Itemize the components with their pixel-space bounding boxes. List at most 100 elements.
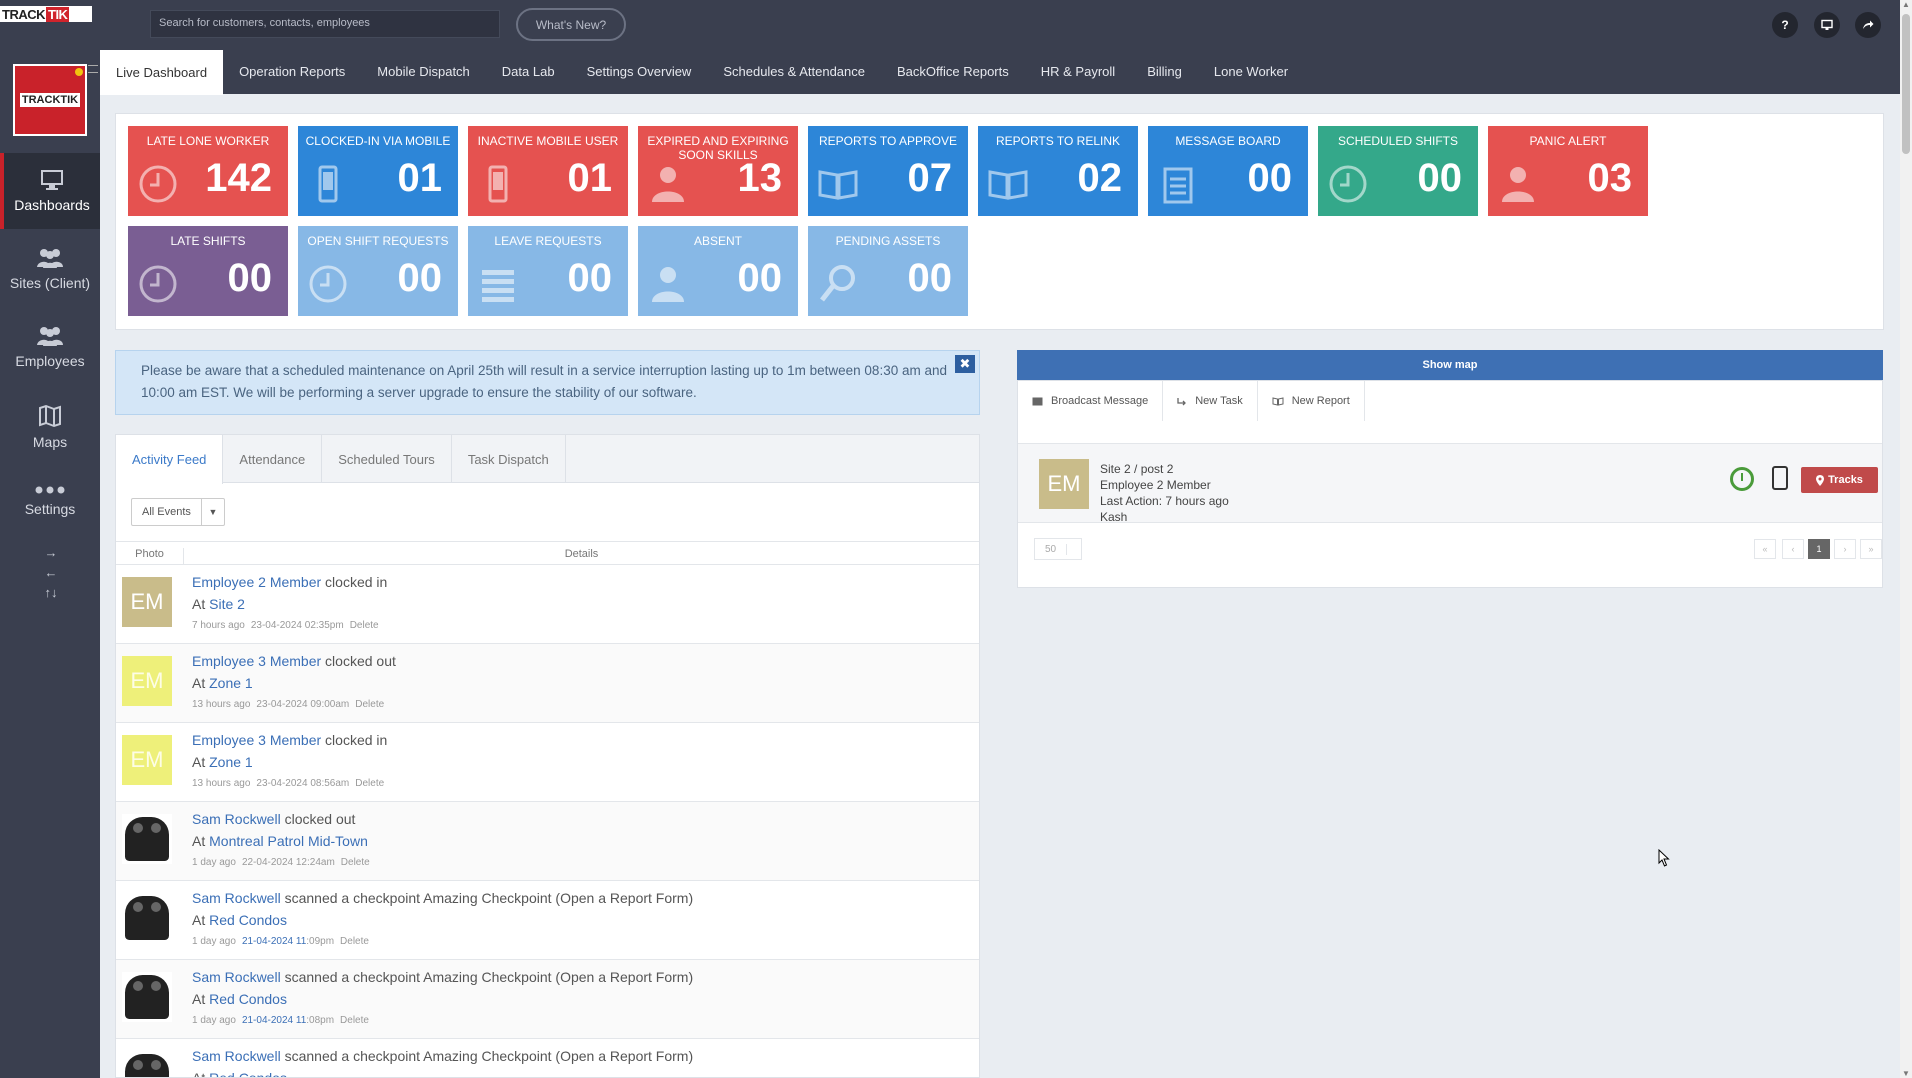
sidebar-arrows[interactable]: → ← ↑↓ xyxy=(40,543,62,603)
feed-row-date: 23-04-2024 08:56am xyxy=(256,778,350,789)
sidebar-item-settings[interactable]: Settings xyxy=(0,463,100,539)
tab-attendance[interactable]: Attendance xyxy=(223,435,323,483)
tab-hr-payroll[interactable]: HR & Payroll xyxy=(1025,49,1131,94)
tile-reports-to-approve[interactable]: Reports To Approve 07 xyxy=(808,126,968,216)
site-link[interactable]: Montreal Patrol Mid-Town xyxy=(209,833,368,849)
tab-billing[interactable]: Billing xyxy=(1131,49,1198,94)
tab-activity-feed[interactable]: Activity Feed xyxy=(116,435,224,484)
tile-leave-requests[interactable]: Leave Requests 00 xyxy=(468,226,628,316)
arrow-updown-icon[interactable]: ↑↓ xyxy=(40,583,62,603)
sidebar-item-employees[interactable]: Employees xyxy=(0,309,100,385)
site-link[interactable]: Site 2 xyxy=(209,596,245,612)
tracks-button[interactable]: Tracks xyxy=(1801,467,1878,493)
feed-tabs: Activity Feed Attendance Scheduled Tours… xyxy=(116,435,979,484)
last-page-button[interactable]: » xyxy=(1860,539,1882,559)
tab-backoffice-reports[interactable]: BackOffice Reports xyxy=(881,49,1025,94)
employee-link[interactable]: Sam Rockwell xyxy=(192,890,281,906)
company-logo[interactable]: TRACKTIK xyxy=(13,64,87,136)
tile-clocked-in-via-mobile[interactable]: Clocked-in via mobile 01 xyxy=(298,126,458,216)
employee-link[interactable]: Employee 3 Member xyxy=(192,732,321,748)
delete-link[interactable]: Delete xyxy=(341,857,370,868)
clock-icon[interactable] xyxy=(1730,467,1754,491)
tile-late-shifts[interactable]: Late Shifts 00 xyxy=(128,226,288,316)
site-link[interactable]: Zone 1 xyxy=(209,675,253,691)
prev-page-button[interactable]: ‹ xyxy=(1782,539,1804,559)
map-icon xyxy=(39,404,61,428)
delete-link[interactable]: Delete xyxy=(355,699,384,710)
close-icon[interactable]: ✖ xyxy=(955,355,975,373)
page-scrollbar[interactable]: ▲ ▼ xyxy=(1900,0,1912,1078)
tile-absent[interactable]: Absent 00 xyxy=(638,226,798,316)
next-page-button[interactable]: › xyxy=(1834,539,1856,559)
monitor-icon[interactable] xyxy=(1814,12,1840,38)
tile-pending-assets[interactable]: Pending Assets 00 xyxy=(808,226,968,316)
hamburger-icon[interactable] xyxy=(88,65,98,73)
feed-row-date-link[interactable]: 21-04-2024 11 xyxy=(242,936,306,947)
logo[interactable]: TRACK TIK xyxy=(0,6,92,22)
mobile-icon[interactable] xyxy=(1772,466,1788,490)
feed-row-date-link[interactable]: 21-04-2024 11 xyxy=(242,1015,306,1026)
tile-title: Late Shifts xyxy=(170,234,246,248)
search-input[interactable]: Search for customers, contacts, employee… xyxy=(150,10,500,38)
site-link[interactable]: Zone 1 xyxy=(209,754,253,770)
scroll-up-icon[interactable]: ▲ xyxy=(1900,0,1912,9)
share-icon[interactable] xyxy=(1855,12,1881,38)
tab-data-lab[interactable]: Data Lab xyxy=(486,49,571,94)
employee-card[interactable]: EM Site 2 / post 2 Employee 2 Member Las… xyxy=(1018,443,1882,524)
sidebar-item-sites[interactable]: Sites (Client) xyxy=(0,231,100,307)
clock-icon xyxy=(138,264,178,304)
broadcast-message-button[interactable]: Broadcast Message xyxy=(1018,381,1164,421)
delete-link[interactable]: Delete xyxy=(355,778,384,789)
tab-mobile-dispatch[interactable]: Mobile Dispatch xyxy=(361,49,486,94)
tile-message-board[interactable]: Message Board 00 xyxy=(1148,126,1308,216)
tab-live-dashboard[interactable]: Live Dashboard xyxy=(100,50,224,95)
employee-link[interactable]: Employee 2 Member xyxy=(192,574,321,590)
tile-scheduled-shifts[interactable]: Scheduled Shifts 00 xyxy=(1318,126,1478,216)
help-icon[interactable]: ? xyxy=(1772,12,1798,38)
tab-operation-reports[interactable]: Operation Reports xyxy=(223,49,361,94)
tile-inactive-mobile-user[interactable]: Inactive Mobile User 01 xyxy=(468,126,628,216)
person-icon xyxy=(1498,164,1538,204)
employee-link[interactable]: Employee 3 Member xyxy=(192,653,321,669)
new-task-button[interactable]: New Task xyxy=(1163,381,1258,421)
delete-link[interactable]: Delete xyxy=(350,620,379,631)
tab-schedules-attendance[interactable]: Schedules & Attendance xyxy=(707,49,881,94)
current-page-button[interactable]: 1 xyxy=(1808,539,1830,559)
tab-lone-worker[interactable]: Lone Worker xyxy=(1198,49,1304,94)
events-filter[interactable]: All Events ▼ xyxy=(131,498,225,526)
arrow-right-icon[interactable]: → xyxy=(40,543,62,563)
feed-row-meta: 13 hours ago 23-04-2024 08:56am Delete xyxy=(192,778,384,789)
tile-count: 01 xyxy=(397,156,443,200)
delete-link[interactable]: Delete xyxy=(340,1015,369,1026)
employee-link[interactable]: Sam Rockwell xyxy=(192,811,281,827)
site-link[interactable]: Red Condos xyxy=(209,912,287,928)
chevron-down-icon[interactable]: ▼ xyxy=(202,499,224,525)
tile-title: Inactive Mobile User xyxy=(477,134,619,148)
tab-settings-overview[interactable]: Settings Overview xyxy=(571,49,708,94)
scroll-down-icon[interactable]: ▼ xyxy=(1900,1069,1912,1078)
tile-expired-and-expiring-soon-skills[interactable]: Expired and expiring soon skills 13 xyxy=(638,126,798,216)
new-report-button[interactable]: New Report xyxy=(1258,381,1365,421)
tab-scheduled-tours[interactable]: Scheduled Tours xyxy=(322,435,452,483)
sidebar-item-dashboards[interactable]: Dashboards xyxy=(0,153,100,229)
show-map-button[interactable]: Show map xyxy=(1017,350,1883,380)
tile-title: Pending Assets xyxy=(835,234,941,248)
scrollbar-thumb[interactable] xyxy=(1902,14,1910,154)
tab-task-dispatch[interactable]: Task Dispatch xyxy=(452,435,566,483)
events-filter-value: All Events xyxy=(132,499,202,525)
site-link[interactable]: Red Condos xyxy=(209,1070,287,1077)
arrow-left-icon[interactable]: ← xyxy=(40,563,62,583)
first-page-button[interactable]: « xyxy=(1754,539,1776,559)
employee-link[interactable]: Sam Rockwell xyxy=(192,1048,281,1064)
feed-row-action: scanned a checkpoint Amazing Checkpoint … xyxy=(280,969,694,985)
delete-link[interactable]: Delete xyxy=(340,936,369,947)
tile-panic-alert[interactable]: Panic Alert 03 xyxy=(1488,126,1648,216)
whats-new-button[interactable]: What's New? xyxy=(516,8,626,41)
site-link[interactable]: Red Condos xyxy=(209,991,287,1007)
page-size-select[interactable]: 50 xyxy=(1034,538,1082,560)
sidebar-item-maps[interactable]: Maps xyxy=(0,389,100,465)
employee-link[interactable]: Sam Rockwell xyxy=(192,969,281,985)
tile-late-lone-worker[interactable]: Late Lone Worker 142 xyxy=(128,126,288,216)
tile-open-shift-requests[interactable]: Open Shift Requests 00 xyxy=(298,226,458,316)
tile-reports-to-relink[interactable]: Reports To Relink 02 xyxy=(978,126,1138,216)
